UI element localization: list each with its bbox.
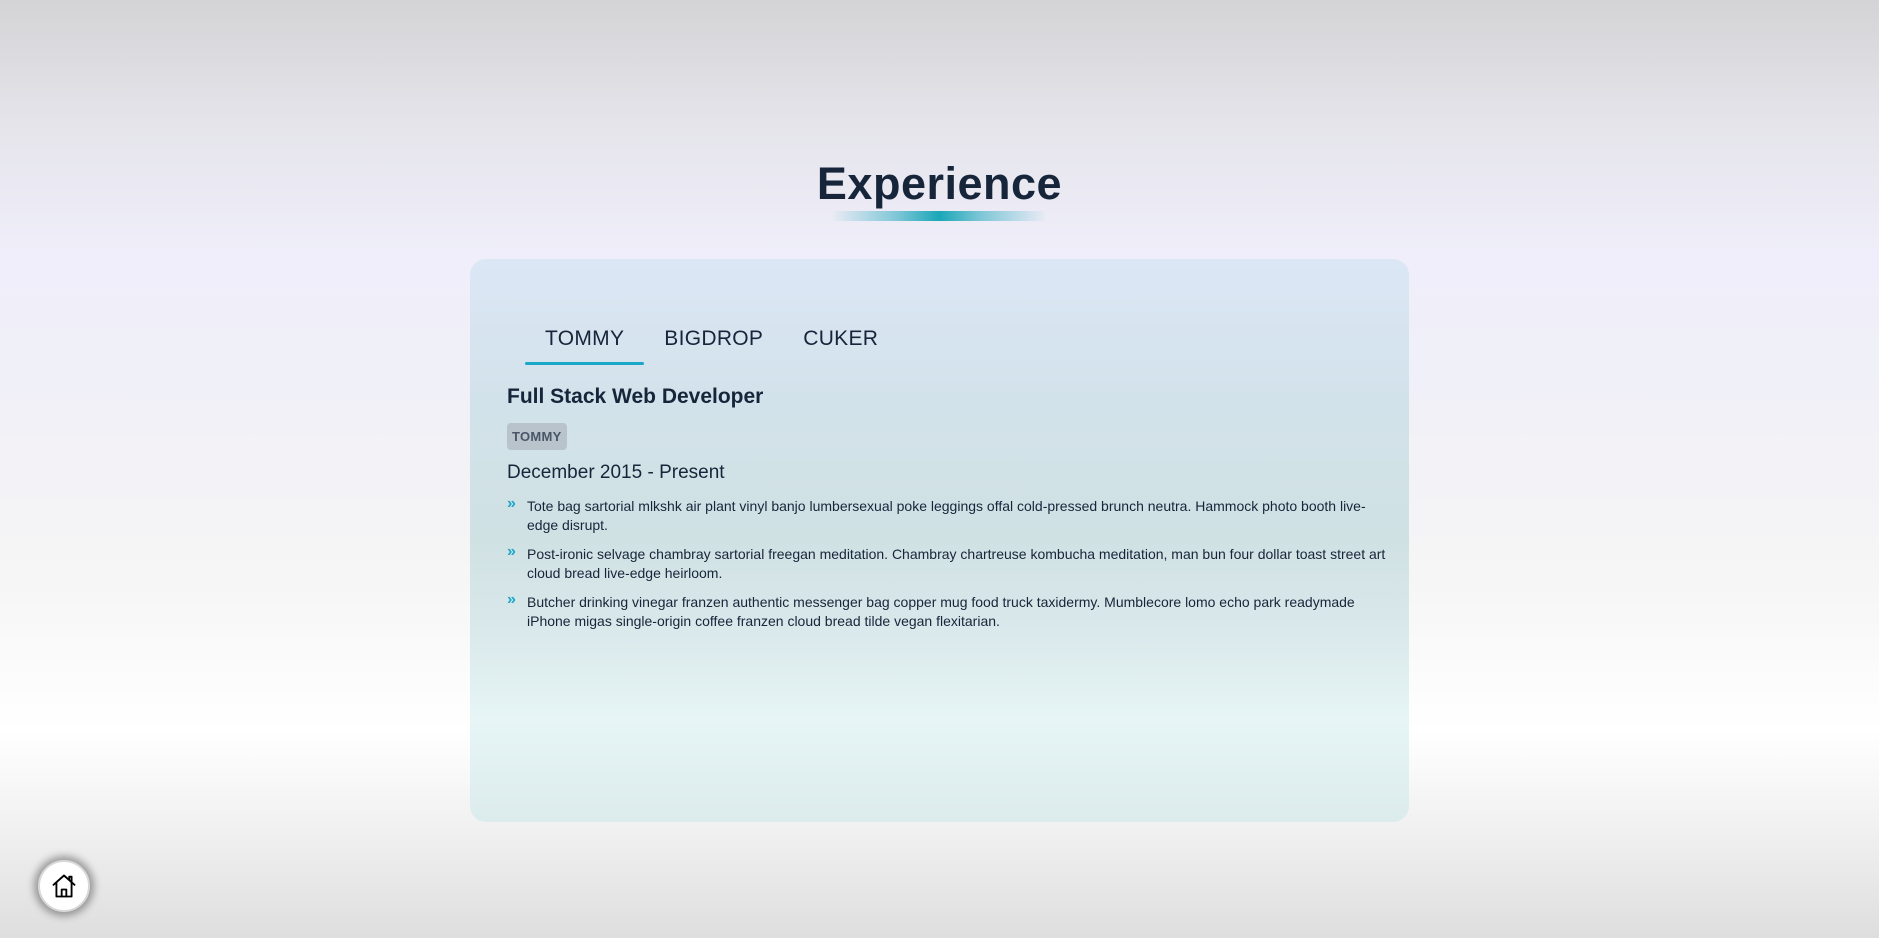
double-chevron-right-icon: » — [507, 495, 516, 512]
tab-bigdrop[interactable]: BIGDROP — [644, 321, 783, 363]
tab-cuker[interactable]: CUKER — [783, 321, 898, 363]
double-chevron-right-icon: » — [507, 591, 516, 608]
title-underline — [831, 211, 1047, 221]
company-tabs: TOMMY BIGDROP CUKER — [525, 321, 898, 365]
list-item: » Tote bag sartorial mlkshk air plant vi… — [507, 495, 1387, 535]
home-button[interactable] — [38, 860, 90, 912]
duty-text: Post-ironic selvage chambray sartorial f… — [527, 546, 1386, 581]
experience-card: TOMMY BIGDROP CUKER Full Stack Web Devel… — [470, 259, 1409, 822]
section-heading-wrap: Experience — [0, 156, 1879, 212]
double-chevron-right-icon: » — [507, 543, 516, 560]
tab-tommy[interactable]: TOMMY — [525, 321, 645, 365]
home-icon — [52, 874, 76, 898]
job-title: Full Stack Web Developer — [507, 385, 764, 408]
list-item: » Butcher drinking vinegar franzen authe… — [507, 591, 1387, 631]
duty-text: Butcher drinking vinegar franzen authent… — [527, 594, 1355, 629]
duty-list: » Tote bag sartorial mlkshk air plant vi… — [507, 495, 1387, 641]
job-dates: December 2015 - Present — [507, 462, 725, 483]
section-title: Experience — [816, 158, 1063, 209]
company-badge: TOMMY — [507, 423, 567, 450]
duty-text: Tote bag sartorial mlkshk air plant viny… — [527, 498, 1366, 533]
list-item: » Post-ironic selvage chambray sartorial… — [507, 543, 1387, 583]
